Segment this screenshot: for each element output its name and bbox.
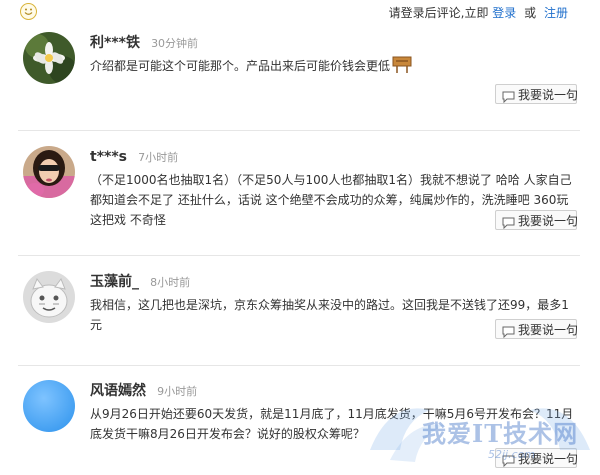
comment-meta: t***s 7小时前 <box>90 146 178 165</box>
sign-icon <box>392 56 412 80</box>
reply-button[interactable]: 我要说一句 <box>495 84 579 104</box>
comment-text: 从9月26日开始还要60天发货，就是11月底了，11月底发货，干嘛5月6号开发布… <box>90 407 574 441</box>
reply-label: 我要说一句 <box>518 323 579 337</box>
smile-icon <box>20 3 37 20</box>
comment-meta: 风语嫣然 9小时前 <box>90 380 197 400</box>
login-prompt-text: 请登录后评论,立即 <box>388 6 489 20</box>
reply-button[interactable]: 我要说一句 <box>495 210 579 230</box>
avatar <box>23 146 75 198</box>
divider <box>18 255 580 256</box>
comment-item: 玉藻前_ 8小时前 我相信，这几把也是深坑，京东众筹抽奖从来没中的路过。这回我是… <box>20 271 580 361</box>
reply-label: 我要说一句 <box>518 452 579 466</box>
username[interactable]: 利***铁 <box>90 35 140 51</box>
divider <box>18 130 580 131</box>
avatar <box>23 32 75 84</box>
username[interactable]: 玉藻前_ <box>90 274 139 290</box>
avatar <box>23 271 75 323</box>
comment-item: 风语嫣然 9小时前 从9月26日开始还要60天发货，就是11月底了，11月底发货… <box>20 380 580 475</box>
username[interactable]: 风语嫣然 <box>90 383 146 399</box>
login-link[interactable]: 登录 <box>492 6 516 20</box>
reply-button[interactable]: 我要说一句 <box>495 448 579 468</box>
comment-icon <box>502 215 515 235</box>
comment-time: 30分钟前 <box>151 37 199 50</box>
reply-button[interactable]: 我要说一句 <box>495 319 579 339</box>
comment-item: t***s 7小时前 （不足1000名也抽取1名）（不足50人与100人也都抽取… <box>20 146 580 246</box>
comment-time: 8小时前 <box>150 276 191 289</box>
comment-icon <box>502 89 515 109</box>
avatar <box>23 380 75 432</box>
comment-icon <box>502 453 515 473</box>
login-prompt: 请登录后评论,立即 登录 或 注册 <box>389 4 568 21</box>
reply-label: 我要说一句 <box>518 88 579 102</box>
comment-text: 介绍都是可能这个可能那个。产品出来后可能价钱会更低 <box>90 56 580 80</box>
or-text: 或 <box>524 6 537 20</box>
comment-icon <box>502 324 515 344</box>
reply-label: 我要说一句 <box>518 214 579 228</box>
comment-time: 9小时前 <box>157 385 198 398</box>
username[interactable]: t***s <box>90 149 127 165</box>
divider <box>18 365 580 366</box>
comment-meta: 利***铁 30分钟前 <box>90 32 198 52</box>
comment-header: 请登录后评论,立即 登录 或 注册 <box>0 0 600 24</box>
comment-time: 7小时前 <box>138 151 179 164</box>
comment-meta: 玉藻前_ 8小时前 <box>90 271 190 291</box>
comment-item: 利***铁 30分钟前 介绍都是可能这个可能那个。产品出来后可能价钱会更低 我要… <box>20 32 580 122</box>
register-link[interactable]: 注册 <box>544 6 568 20</box>
comment-text-content: 介绍都是可能这个可能那个。产品出来后可能价钱会更低 <box>90 59 391 73</box>
